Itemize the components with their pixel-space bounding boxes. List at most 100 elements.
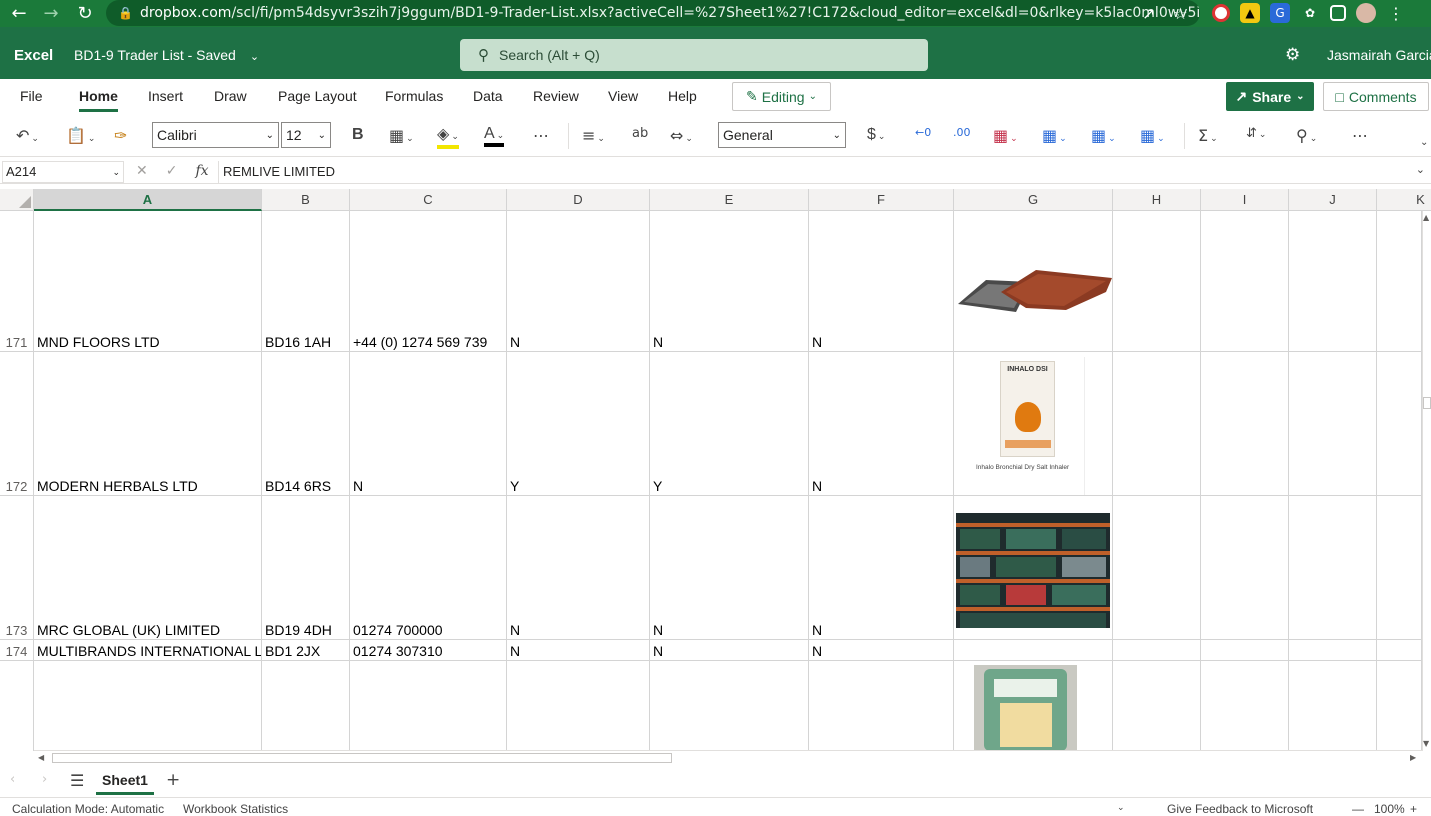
share-button[interactable]: ↗ Share ⌄ xyxy=(1226,82,1314,111)
table-cell[interactable]: BD16 1AH xyxy=(262,211,350,352)
salt-inhaler-image[interactable]: INHALO DSI Inhalo Bronchial Dry Salt Inh… xyxy=(975,357,1085,495)
tab-view[interactable]: View xyxy=(608,88,638,104)
table-cell[interactable]: 01274 307310 xyxy=(350,640,507,661)
table-cell[interactable]: Y xyxy=(650,352,809,496)
scroll-down-icon[interactable]: ▼ xyxy=(1423,739,1429,748)
conditional-formatting-icon[interactable]: ▦ ⌄ xyxy=(993,126,1018,145)
table-cell[interactable] xyxy=(1289,496,1377,640)
sheet-tab[interactable]: Sheet1 xyxy=(96,765,154,795)
tab-formulas[interactable]: Formulas xyxy=(385,88,443,104)
font-size-select[interactable]: 12 ⌄ xyxy=(281,122,331,148)
table-cell[interactable]: N xyxy=(650,640,809,661)
table-cell[interactable] xyxy=(1201,211,1289,352)
profile-avatar-icon[interactable] xyxy=(1356,3,1376,23)
column-header-k[interactable]: K xyxy=(1377,189,1431,211)
tab-home[interactable]: Home xyxy=(79,88,118,112)
document-title[interactable]: BD1-9 Trader List - Saved ⌄ xyxy=(74,47,259,63)
table-cell[interactable]: MODERN HERBALS LTD xyxy=(34,352,262,496)
table-cell[interactable] xyxy=(1113,352,1201,496)
table-cell[interactable] xyxy=(1113,496,1201,640)
expand-formula-icon[interactable]: ⌄ xyxy=(1416,163,1425,176)
table-cell[interactable]: N xyxy=(507,496,650,640)
settings-gear-icon[interactable]: ⚙ xyxy=(1285,45,1300,65)
column-header-i[interactable]: I xyxy=(1201,189,1289,211)
scroll-up-icon[interactable]: ▲ xyxy=(1423,213,1429,222)
font-name-select[interactable]: Calibri ⌄ xyxy=(152,122,279,148)
name-box[interactable]: A214 ⌄ xyxy=(2,161,124,183)
bookmark-star-icon[interactable]: ☆ xyxy=(1173,4,1187,23)
table-cell[interactable] xyxy=(954,640,1113,661)
warehouse-shelving-image[interactable] xyxy=(956,513,1110,628)
food-packet-image[interactable] xyxy=(974,665,1077,751)
table-cell[interactable] xyxy=(1377,211,1422,352)
table-cell[interactable] xyxy=(34,661,262,751)
table-cell[interactable]: +44 (0) 1274 569 739 xyxy=(350,211,507,352)
back-icon[interactable]: ← xyxy=(4,0,34,27)
find-icon[interactable]: ⚲ ⌄ xyxy=(1296,126,1317,145)
column-header-c[interactable]: C xyxy=(350,189,507,211)
table-cell[interactable] xyxy=(650,661,809,751)
translate-extension-icon[interactable]: G xyxy=(1270,3,1290,23)
horizontal-scroll-thumb[interactable] xyxy=(52,753,672,763)
table-cell[interactable] xyxy=(1113,640,1201,661)
horizontal-scrollbar[interactable]: ◀ ▶ xyxy=(34,750,1422,765)
table-cell[interactable] xyxy=(1201,496,1289,640)
search-input[interactable]: ⚲ Search (Alt + Q) xyxy=(460,39,928,71)
table-cell[interactable] xyxy=(262,661,350,751)
scroll-left-icon[interactable]: ◀ xyxy=(38,753,44,762)
table-cell[interactable]: N xyxy=(350,352,507,496)
column-header-e[interactable]: E xyxy=(650,189,809,211)
table-cell[interactable]: BD19 4DH xyxy=(262,496,350,640)
table-cell[interactable] xyxy=(1201,352,1289,496)
table-cell[interactable] xyxy=(809,661,954,751)
browser-menu-icon[interactable]: ⋮ xyxy=(1386,3,1406,23)
wrap-text-icon[interactable]: ab xyxy=(632,126,648,141)
table-cell[interactable] xyxy=(1289,661,1377,751)
table-cell[interactable]: N xyxy=(507,211,650,352)
table-cell[interactable] xyxy=(1377,352,1422,496)
address-bar[interactable]: 🔒 dropbox.com/scl/fi/pm54dsyvr3szih7j9gg… xyxy=(106,0,1200,26)
table-cell[interactable]: N xyxy=(809,640,954,661)
forward-icon[interactable]: → xyxy=(36,0,66,27)
column-header-b[interactable]: B xyxy=(262,189,350,211)
user-name[interactable]: Jasmairah Garcia xyxy=(1327,47,1431,63)
align-icon[interactable]: ≡ ⌄ xyxy=(582,126,605,145)
paste-icon[interactable]: 📋 ⌄ xyxy=(66,126,95,145)
reload-icon[interactable]: ↻ xyxy=(70,0,100,27)
chevron-down-icon[interactable]: ⌄ xyxy=(1117,802,1125,813)
table-cell[interactable] xyxy=(1377,496,1422,640)
confirm-check-icon[interactable]: ✓ xyxy=(166,163,178,179)
cell-styles-icon[interactable]: ▦ ⌄ xyxy=(1091,126,1116,145)
format-as-table-icon[interactable]: ▦ ⌄ xyxy=(1042,126,1067,145)
editing-mode-button[interactable]: ✎ Editing ⌄ xyxy=(732,82,831,111)
warning-extension-icon[interactable]: ▲ xyxy=(1240,3,1260,23)
tab-review[interactable]: Review xyxy=(533,88,579,104)
merge-center-icon[interactable]: ⇔ ⌄ xyxy=(670,126,693,145)
table-cell[interactable]: N xyxy=(650,211,809,352)
vertical-scrollbar[interactable]: ▲ ▼ xyxy=(1422,211,1431,751)
table-cell[interactable]: BD14 6RS xyxy=(262,352,350,496)
row-header[interactable]: 173 xyxy=(0,496,34,640)
previous-sheet-icon[interactable]: ‹ xyxy=(10,772,15,787)
column-header-j[interactable]: J xyxy=(1289,189,1377,211)
column-header-a[interactable]: A xyxy=(34,189,262,211)
app-brand[interactable]: Excel xyxy=(14,47,53,64)
column-header-g[interactable]: G xyxy=(954,189,1113,211)
table-cell[interactable] xyxy=(1377,640,1422,661)
sidebar-icon[interactable] xyxy=(1330,5,1346,21)
scroll-right-icon[interactable]: ▶ xyxy=(1410,753,1416,762)
decrease-decimal-icon[interactable]: ←0 xyxy=(915,126,931,139)
row-header[interactable] xyxy=(0,661,34,751)
table-cell[interactable]: MRC GLOBAL (UK) LIMITED xyxy=(34,496,262,640)
pokeball-extension-icon[interactable] xyxy=(1212,4,1230,22)
tab-insert[interactable]: Insert xyxy=(148,88,183,104)
add-sheet-icon[interactable]: + xyxy=(166,770,180,790)
table-cell[interactable]: N xyxy=(809,352,954,496)
table-cell[interactable]: MND FLOORS LTD xyxy=(34,211,262,352)
borders-icon[interactable]: ▦ ⌄ xyxy=(389,126,414,145)
formula-input[interactable]: REMLIVE LIMITED xyxy=(218,161,335,183)
tab-draw[interactable]: Draw xyxy=(214,88,247,104)
format-painter-icon[interactable]: ✑ xyxy=(114,126,127,145)
row-header[interactable]: 172 xyxy=(0,352,34,496)
bold-button[interactable]: B xyxy=(352,126,364,144)
